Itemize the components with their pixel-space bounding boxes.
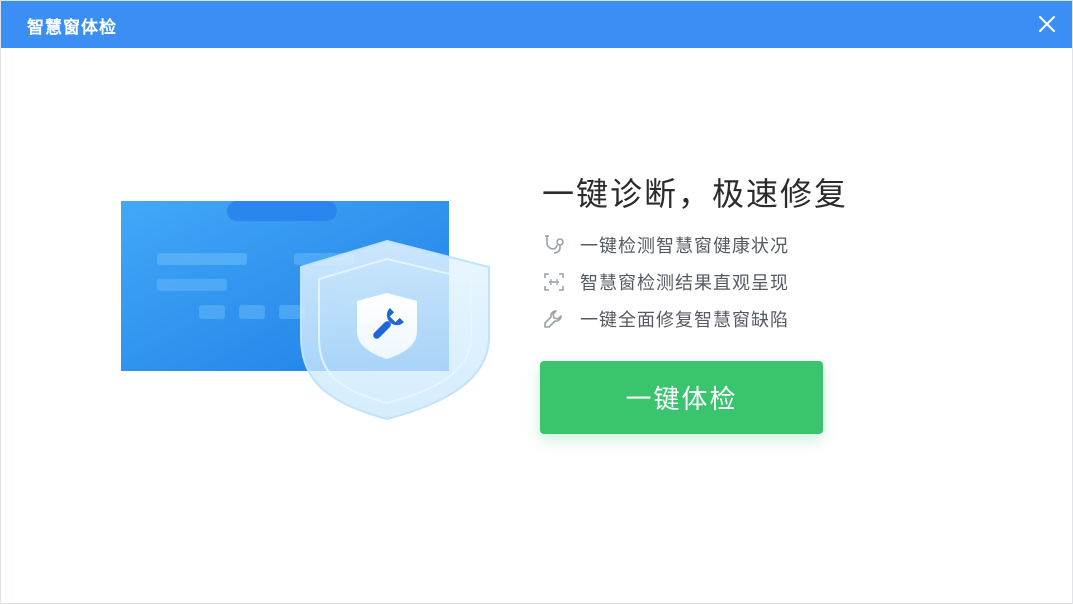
shield-graphic <box>300 239 490 421</box>
stethoscope-icon <box>542 233 566 257</box>
close-icon <box>1039 16 1055 32</box>
window-title: 智慧窗体检 <box>27 18 117 38</box>
app-window: 智慧窗体检 一键诊断，极速修复 一键检测智慧窗健康状况 智慧窗检测结果直观呈现 … <box>0 0 1073 604</box>
headline: 一键诊断，极速修复 <box>542 175 849 213</box>
wrench-icon <box>542 307 566 331</box>
monitor-shield-illustration <box>119 197 499 427</box>
one-click-check-button[interactable]: 一键体检 <box>540 361 823 434</box>
feature-item: 一键检测智慧窗健康状况 <box>542 226 789 263</box>
feature-item: 智慧窗检测结果直观呈现 <box>542 263 789 300</box>
feature-list: 一键检测智慧窗健康状况 智慧窗检测结果直观呈现 一键全面修复智慧窗缺陷 <box>542 226 789 337</box>
feature-item: 一键全面修复智慧窗缺陷 <box>542 300 789 337</box>
feature-label: 一键全面修复智慧窗缺陷 <box>580 309 789 331</box>
scan-icon <box>542 270 566 294</box>
feature-label: 智慧窗检测结果直观呈现 <box>580 272 789 294</box>
title-bar: 智慧窗体检 <box>1 1 1072 48</box>
feature-label: 一键检测智慧窗健康状况 <box>580 235 789 257</box>
close-button[interactable] <box>1036 13 1058 35</box>
